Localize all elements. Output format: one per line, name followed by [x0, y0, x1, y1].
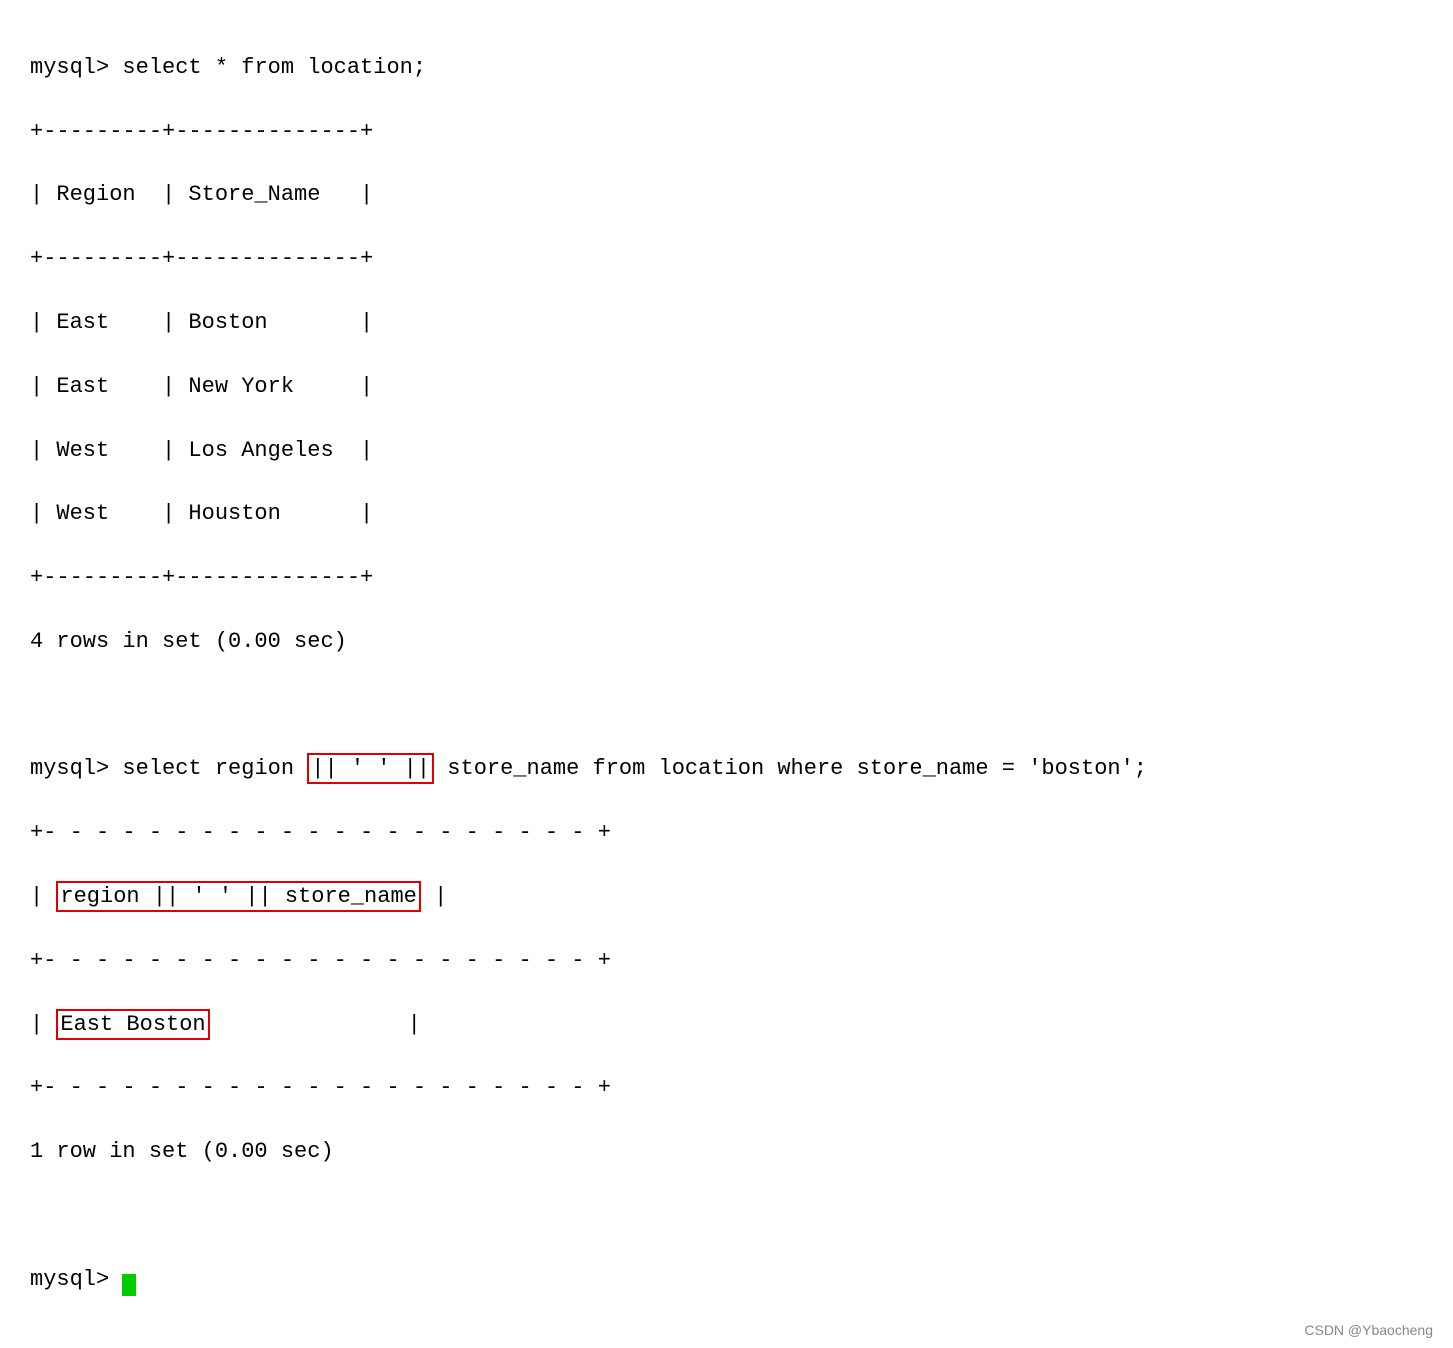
prompt2: mysql> [30, 756, 122, 781]
query2-concat-highlight: || ' ' || [307, 753, 434, 784]
table1-header: | Region | Store_Name | [30, 179, 1423, 211]
prompt-final: mysql> [30, 1267, 122, 1292]
table2-header-highlight: region || ' ' || store_name [56, 881, 420, 912]
table2-border-top: +- - - - - - - - - - - - - - - - - - - -… [30, 817, 1423, 849]
table2-value-highlight: East Boston [56, 1009, 209, 1040]
table1-row3: | West | Los Angeles | [30, 435, 1423, 467]
query2-line: mysql> select region || ' ' || store_nam… [30, 753, 1423, 785]
final-prompt-line: mysql> [30, 1264, 1423, 1296]
table2-border-mid: +- - - - - - - - - - - - - - - - - - - -… [30, 945, 1423, 977]
table1-row1: | East | Boston | [30, 307, 1423, 339]
table2-header-line: | region || ' ' || store_name | [30, 881, 1423, 913]
branding-text: CSDN @Ybaocheng [1304, 1322, 1433, 1338]
table1-border-mid: +---------+--------------+ [30, 243, 1423, 275]
terminal-output: mysql> select * from location; +--------… [30, 20, 1423, 1328]
table1-border-bot: +---------+--------------+ [30, 562, 1423, 594]
blank2 [30, 1200, 1423, 1232]
table1-row2: | East | New York | [30, 371, 1423, 403]
query1-line: mysql> select * from location; [30, 52, 1423, 84]
table2-row1: | East Boston | [30, 1009, 1423, 1041]
result1: 4 rows in set (0.00 sec) [30, 626, 1423, 658]
result2: 1 row in set (0.00 sec) [30, 1136, 1423, 1168]
table1-border-top: +---------+--------------+ [30, 116, 1423, 148]
query2-suffix: store_name from location where store_nam… [434, 756, 1147, 781]
table2-border-bot: +- - - - - - - - - - - - - - - - - - - -… [30, 1072, 1423, 1104]
prompt1: mysql> [30, 55, 122, 80]
query1-text: select * from location; [122, 55, 426, 80]
cursor-block [122, 1274, 136, 1296]
query2-prefix: select region [122, 756, 307, 781]
table1-row4: | West | Houston | [30, 498, 1423, 530]
